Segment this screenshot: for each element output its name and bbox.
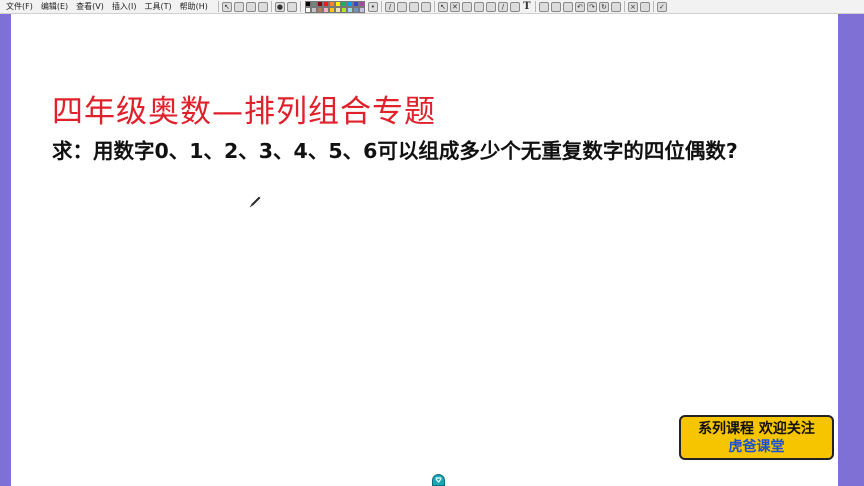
chevron-down-icon bbox=[435, 477, 442, 483]
text-tool-icon[interactable]: T bbox=[522, 1, 532, 12]
media-icon[interactable] bbox=[286, 1, 297, 12]
badge-series-text: 系列课程 欢迎关注 bbox=[698, 420, 815, 437]
toolbar-separator bbox=[433, 1, 435, 12]
menu-insert[interactable]: 插入(I) bbox=[108, 0, 141, 14]
close-pane-icon[interactable]: × bbox=[627, 1, 638, 12]
color-palette bbox=[304, 0, 365, 13]
pen-icon[interactable]: / bbox=[384, 1, 395, 12]
undo-icon[interactable]: ↶ bbox=[574, 1, 585, 12]
menu-edit[interactable]: 编辑(E) bbox=[37, 0, 72, 14]
redo-icon[interactable]: ↷ bbox=[586, 1, 597, 12]
folder-icon[interactable] bbox=[509, 1, 520, 12]
refresh-icon[interactable]: ↻ bbox=[598, 1, 609, 12]
toolbar-separator bbox=[623, 1, 625, 12]
follow-badge: 系列课程 欢迎关注 虎爸课堂 bbox=[679, 415, 834, 460]
fill-icon[interactable] bbox=[473, 1, 484, 12]
image-icon[interactable] bbox=[245, 1, 256, 12]
toolbar-separator bbox=[270, 1, 272, 12]
cut-icon[interactable] bbox=[538, 1, 549, 12]
toolbar-separator bbox=[652, 1, 654, 12]
toolbar-separator bbox=[217, 1, 219, 12]
line-icon[interactable]: / bbox=[497, 1, 508, 12]
tools-icon[interactable]: ✕ bbox=[449, 1, 460, 12]
clear-icon[interactable] bbox=[420, 1, 431, 12]
toolbar-separator bbox=[534, 1, 536, 12]
left-side-bar bbox=[0, 14, 11, 486]
menu-bar: 文件(F) 编辑(E) 查看(V) 插入(I) 工具(T) 帮助(H) bbox=[0, 0, 212, 14]
menu-file[interactable]: 文件(F) bbox=[2, 0, 37, 14]
menu-tools[interactable]: 工具(T) bbox=[140, 0, 175, 14]
toolbar-separator bbox=[299, 1, 301, 12]
highlighter-icon[interactable] bbox=[396, 1, 407, 12]
menu-help[interactable]: 帮助(H) bbox=[176, 0, 212, 14]
copy-icon[interactable] bbox=[550, 1, 561, 12]
page-icon[interactable] bbox=[610, 1, 621, 12]
select-icon[interactable]: ↖ bbox=[221, 1, 232, 12]
color-swatch[interactable] bbox=[358, 6, 365, 13]
page-title: 四年级奥数—排列组合专题 bbox=[52, 94, 436, 130]
brush-icon[interactable] bbox=[461, 1, 472, 12]
pen-cursor-icon bbox=[249, 196, 261, 208]
pointer-icon[interactable]: ↖ bbox=[437, 1, 448, 12]
badge-brand-text: 虎爸课堂 bbox=[728, 438, 785, 455]
toolbar-separator bbox=[380, 1, 382, 12]
paste-icon[interactable] bbox=[562, 1, 573, 12]
settings-icon[interactable] bbox=[639, 1, 650, 12]
record-icon[interactable]: ● bbox=[274, 1, 285, 12]
shape-icon[interactable] bbox=[485, 1, 496, 12]
eraser-icon[interactable] bbox=[408, 1, 419, 12]
color-swatch-column bbox=[358, 0, 365, 13]
expand-toolbar-button[interactable] bbox=[432, 474, 445, 486]
check-icon[interactable]: ✓ bbox=[656, 1, 667, 12]
toolbar: ↖ ● • / ↖ ✕ / T ↶ ↷ ↻ × ✓ bbox=[216, 0, 668, 14]
menu-view[interactable]: 查看(V) bbox=[72, 0, 108, 14]
right-side-bar bbox=[838, 14, 864, 486]
color-more-icon[interactable]: • bbox=[367, 1, 378, 12]
new-page-icon[interactable] bbox=[233, 1, 244, 12]
question-text: 求：用数字0、1、2、3、4、5、6可以组成多少个无重复数字的四位偶数? bbox=[52, 139, 738, 163]
menu-toolbar-bar: 文件(F) 编辑(E) 查看(V) 插入(I) 工具(T) 帮助(H) ↖ ● … bbox=[0, 0, 864, 14]
capture-icon[interactable] bbox=[257, 1, 268, 12]
